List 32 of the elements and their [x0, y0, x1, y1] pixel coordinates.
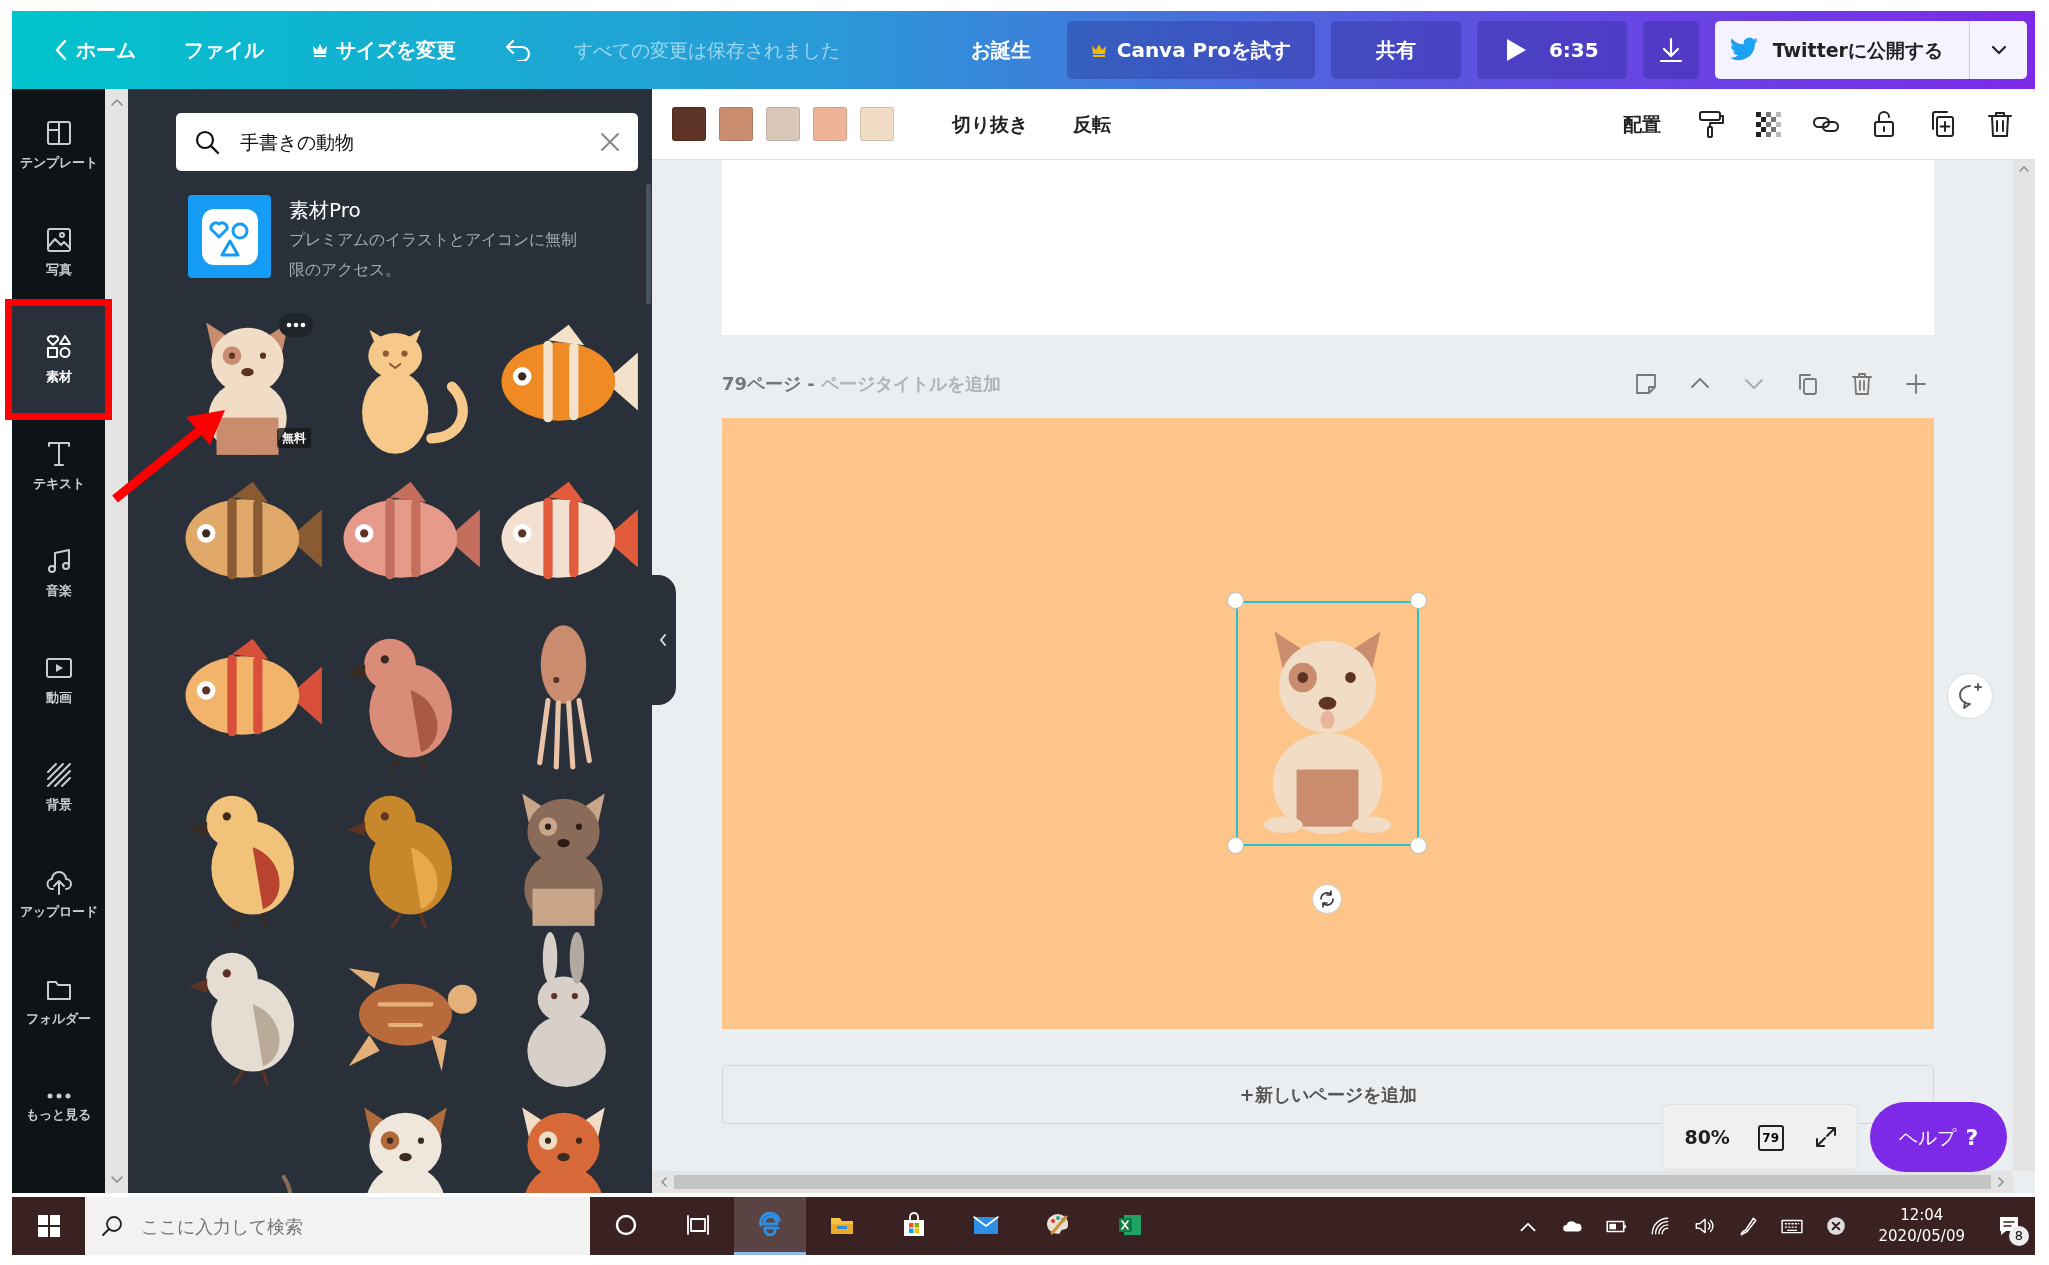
clock-time: 12:04: [1900, 1205, 1944, 1226]
save-status: すべての変更は保存されました: [574, 37, 840, 63]
sidebar-item[interactable]: テンプレート: [12, 92, 105, 199]
sidebar-item[interactable]: テキスト: [12, 413, 105, 520]
present-button[interactable]: 6:35: [1476, 21, 1627, 79]
notification-count: 8: [2009, 1226, 2029, 1246]
sidebar-item[interactable]: 動画: [12, 627, 105, 734]
share-button[interactable]: 共有: [1330, 21, 1461, 79]
clock-date: 2020/05/09: [1878, 1226, 1965, 1247]
page-title[interactable]: 79ページ - ページタイトルを追加: [722, 370, 1002, 397]
publish-button[interactable]: Twitterに公開する: [1714, 21, 1969, 79]
promo-description: プレミアムのイラストとアイコンに無制限のアクセス。: [289, 229, 578, 281]
free-label: 無料: [277, 428, 311, 448]
toolbar-button[interactable]: 反転: [1057, 103, 1127, 145]
taskbar-search-bar[interactable]: ここに入力して検索: [85, 1197, 590, 1255]
position-button[interactable]: 配置: [1607, 103, 1677, 145]
search-field[interactable]: ここに入力して検索: [139, 1211, 574, 1241]
sidebar-item[interactable]: アップロード: [12, 841, 105, 948]
sidebar-item[interactable]: もっと見る: [12, 1055, 105, 1162]
zoom-level[interactable]: 80%: [1678, 1121, 1736, 1153]
pro-trial-button[interactable]: Canva Proを試す: [1066, 21, 1315, 79]
search-bar[interactable]: 手書きの動物: [176, 113, 638, 171]
search-field[interactable]: 手書きの動物: [238, 126, 582, 158]
design-title[interactable]: お誕生: [958, 27, 1043, 73]
toolbar-button[interactable]: 切り抜き: [936, 103, 1044, 145]
sidebar-item[interactable]: フォルダー: [12, 948, 105, 1055]
sidebar-item[interactable]: 背景: [12, 734, 105, 841]
add-page-button[interactable]: +新しいページを追加: [722, 1065, 1934, 1124]
promo-title: 素材Pro: [289, 197, 362, 224]
help-button[interactable]: ヘルプ ?: [1870, 1102, 2007, 1172]
sidebar-item[interactable]: 写真: [12, 199, 105, 306]
sidebar-item[interactable]: 音楽: [12, 520, 105, 627]
